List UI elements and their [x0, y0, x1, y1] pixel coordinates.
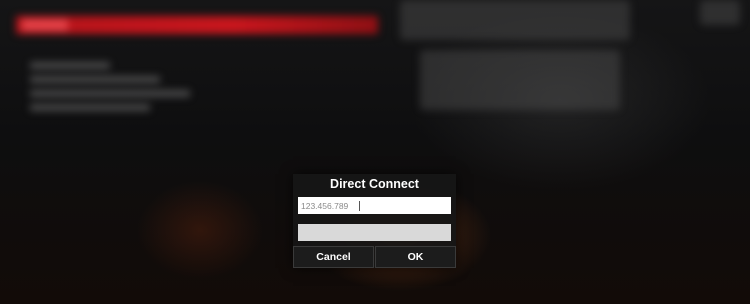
ok-button[interactable]: OK [375, 246, 456, 268]
header-bar [16, 16, 378, 34]
cancel-button[interactable]: Cancel [293, 246, 374, 268]
dialog-title: Direct Connect [330, 177, 419, 191]
blurred-menu-line [30, 76, 160, 83]
blurred-menu-line [30, 104, 150, 111]
text-caret [359, 201, 360, 211]
blurred-menu-line [30, 90, 190, 97]
game-screen: Direct Connect Cancel OK [0, 0, 750, 304]
blurred-corner-icon [700, 0, 740, 25]
host-address-input[interactable] [298, 197, 451, 214]
blurred-menu-line [30, 62, 110, 69]
direct-connect-dialog: Direct Connect Cancel OK [293, 174, 456, 268]
port-input[interactable] [298, 224, 451, 241]
header-tab [22, 19, 68, 31]
blurred-panel [400, 0, 630, 40]
blurred-panel [420, 50, 620, 110]
